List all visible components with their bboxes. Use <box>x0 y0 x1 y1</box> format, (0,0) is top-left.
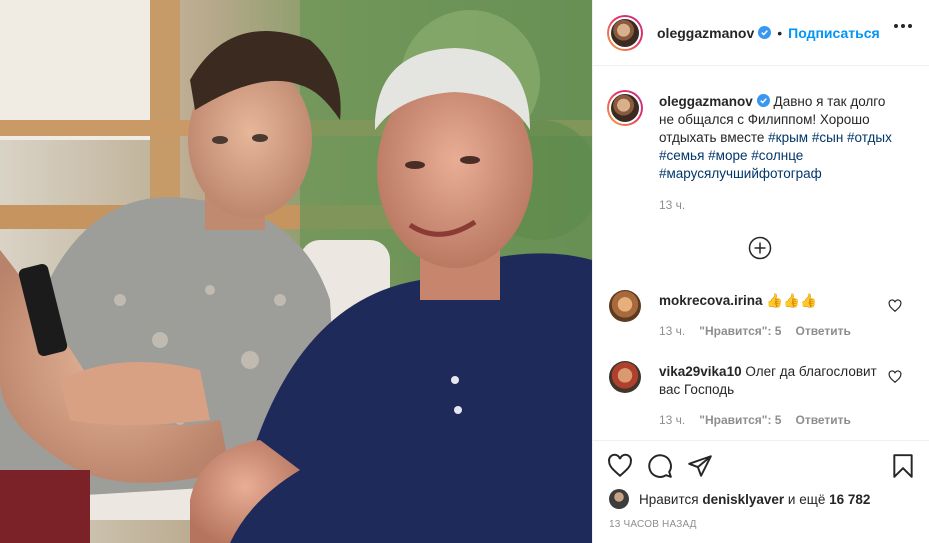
photo-illustration <box>0 0 592 543</box>
comment-meta: 13 ч. "Нравится": 5 Ответить <box>659 324 851 338</box>
hashtag[interactable]: #солнце <box>751 148 803 163</box>
verified-badge-icon <box>758 26 772 39</box>
comment-like-heart-icon[interactable] <box>888 370 902 384</box>
comment-text-block: mokrecova.irina 👍👍👍 <box>659 292 879 310</box>
hashtag[interactable]: #море <box>708 148 747 163</box>
post-timestamp[interactable]: 13 часов назад <box>609 519 697 530</box>
heart-icon[interactable] <box>607 453 633 479</box>
share-icon[interactable] <box>687 453 713 479</box>
comment-icon[interactable] <box>647 453 673 479</box>
comments-list: oleggazmanov Давно я так долго не общалс… <box>593 66 929 440</box>
follow-button[interactable]: Подписаться <box>788 25 880 41</box>
comment-like-heart-icon[interactable] <box>888 299 902 313</box>
hashtag[interactable]: #отдых <box>847 130 892 145</box>
likes-summary: Нравится denisklyaver и ещё 16 782 <box>609 489 870 509</box>
comment-meta: 13 ч. "Нравится": 5 Ответить <box>659 413 851 427</box>
caption-username[interactable]: oleggazmanov <box>659 94 753 109</box>
author-avatar[interactable] <box>607 14 643 51</box>
separator-dot: • <box>777 24 783 41</box>
comment-likes-count[interactable]: "Нравится": 5 <box>699 324 781 338</box>
load-more-comments-plus-icon[interactable] <box>748 236 772 260</box>
caption-verified-badge-icon <box>756 94 770 107</box>
comment-text: 👍👍👍 <box>766 293 817 308</box>
comment-text-block: vika29vika10 Олег да благословит вас Гос… <box>659 363 879 399</box>
caption-timestamp[interactable]: 13 ч. <box>659 198 685 212</box>
commenter-avatar[interactable] <box>609 290 641 322</box>
more-options-icon[interactable] <box>894 24 912 28</box>
commenter-username[interactable]: vika29vika10 <box>659 364 742 379</box>
post-side-panel: oleggazmanov • Подписаться oleggazmanov … <box>592 0 929 543</box>
comment-timestamp[interactable]: 13 ч. <box>659 413 685 427</box>
post-photo[interactable] <box>0 0 592 543</box>
caption-author-avatar[interactable] <box>607 90 643 126</box>
instagram-post: oleggazmanov • Подписаться oleggazmanov … <box>0 0 929 543</box>
commenter-avatar[interactable] <box>609 361 641 393</box>
reply-button[interactable]: Ответить <box>795 324 850 338</box>
hashtag[interactable]: #марусялучшийфотограф <box>659 166 822 181</box>
hashtag[interactable]: #семья <box>659 148 704 163</box>
reply-button[interactable]: Ответить <box>795 413 850 427</box>
likes-prefix: Нравится <box>639 491 699 507</box>
post-actions: Нравится denisklyaver и ещё 16 782 13 ча… <box>593 440 929 543</box>
liker-username[interactable]: denisklyaver <box>702 492 784 507</box>
comment-likes-count[interactable]: "Нравится": 5 <box>699 413 781 427</box>
author-username[interactable]: oleggazmanov <box>657 25 754 41</box>
commenter-username[interactable]: mokrecova.irina <box>659 293 763 308</box>
liker-avatar[interactable] <box>609 489 629 509</box>
likes-and-more: и ещё <box>787 491 826 507</box>
likes-count[interactable]: 16 782 <box>829 492 870 507</box>
comment-timestamp[interactable]: 13 ч. <box>659 324 685 338</box>
bookmark-icon[interactable] <box>890 453 916 479</box>
post-header: oleggazmanov • Подписаться <box>593 0 929 66</box>
hashtag[interactable]: #сын <box>812 130 843 145</box>
hashtag[interactable]: #крым <box>768 130 808 145</box>
post-caption: oleggazmanov Давно я так долго не общалс… <box>659 93 904 183</box>
